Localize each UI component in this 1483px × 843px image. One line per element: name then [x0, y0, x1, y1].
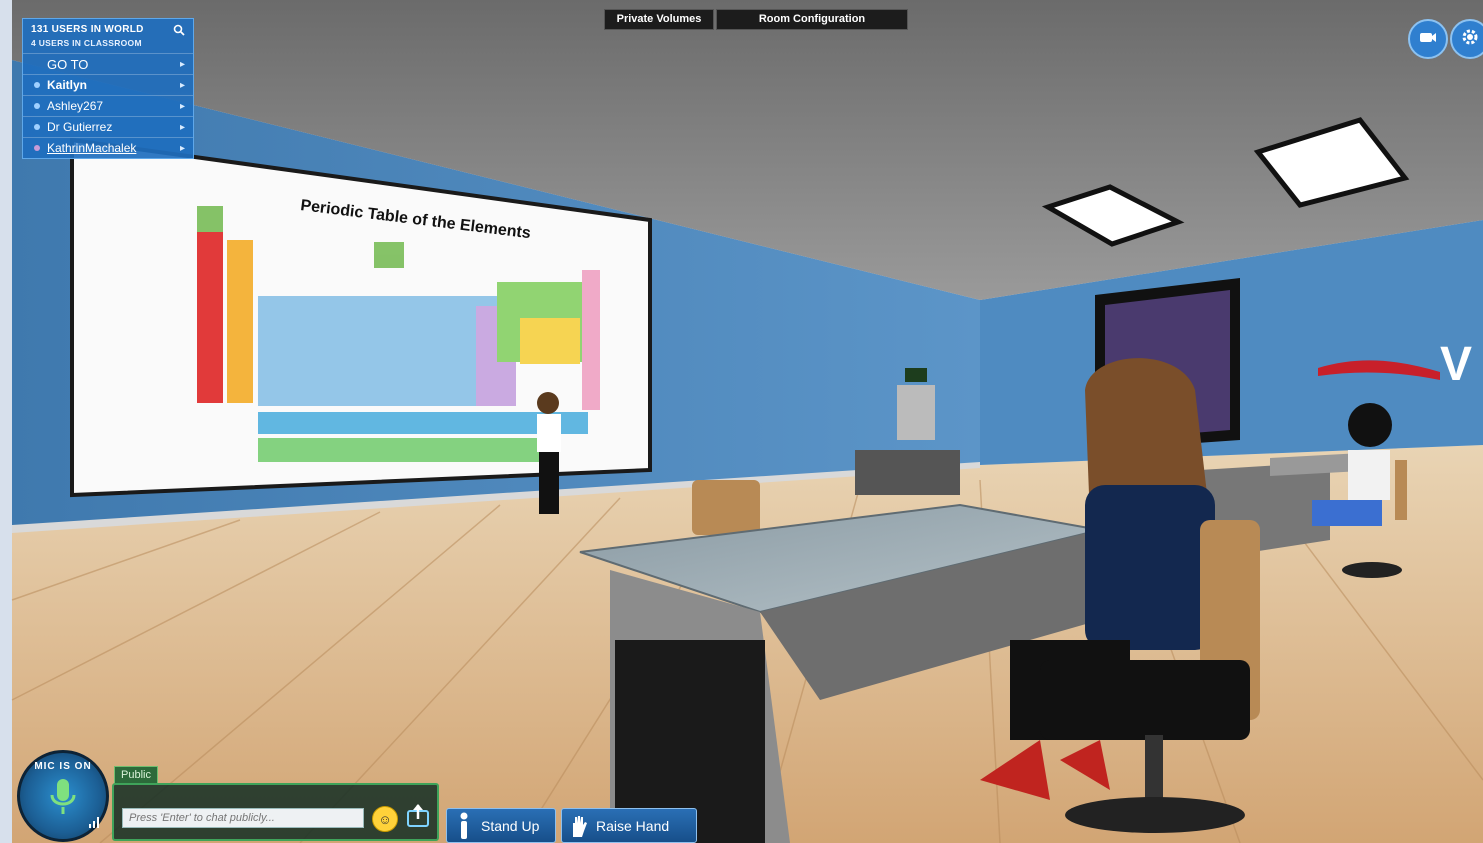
world-user-count: 131 USERS IN WORLD — [31, 23, 144, 35]
user-item-dr-gutierrez[interactable]: Dr Gutierrez ▸ — [23, 116, 193, 137]
chevron-right-icon: ▸ — [179, 142, 185, 154]
raised-hand-icon — [568, 812, 590, 840]
tab-private-volumes[interactable]: Private Volumes — [604, 9, 714, 30]
settings-button[interactable] — [1450, 19, 1483, 59]
raise-hand-button[interactable]: Raise Hand — [561, 808, 697, 843]
users-panel: 131 USERS IN WORLD 4 USERS IN CLASSROOM … — [22, 18, 194, 159]
raise-hand-label: Raise Hand — [596, 817, 670, 834]
svg-text:V: V — [1440, 338, 1472, 391]
mic-status-label: MIC IS ON — [34, 761, 92, 772]
classroom-user-count: 4 USERS IN CLASSROOM — [31, 38, 142, 48]
user-item-ashley267[interactable]: Ashley267 ▸ — [23, 95, 193, 116]
chevron-right-icon: ▸ — [179, 100, 185, 112]
chevron-right-icon: ▸ — [179, 79, 185, 91]
online-status-icon — [34, 103, 40, 109]
top-tabs: Private Volumes Room Configuration — [604, 9, 908, 30]
user-name: Dr Gutierrez — [47, 120, 113, 134]
user-name: Ashley267 — [47, 99, 104, 113]
camera-button[interactable] — [1408, 19, 1448, 59]
smiley-icon: ☺ — [378, 811, 392, 827]
chat-box: ☺ — [112, 783, 439, 841]
camera-icon — [1419, 30, 1437, 49]
goto-label: GO TO — [47, 56, 89, 72]
mic-toggle-button[interactable]: MIC IS ON — [17, 750, 109, 842]
upload-icon — [407, 803, 429, 832]
user-item-kaitlyn[interactable]: Kaitlyn ▸ — [23, 74, 193, 95]
user-name: KathrinMachalek — [47, 141, 137, 155]
chevron-right-icon: ▸ — [179, 58, 185, 70]
goto-menu[interactable]: GO TO ▸ — [23, 53, 193, 74]
virtual-classroom-scene: Periodic Table of the Elements V — [0, 0, 1483, 843]
user-item-kathrinmachalek[interactable]: KathrinMachalek ▸ — [23, 137, 193, 158]
search-icon[interactable] — [173, 23, 185, 36]
chat-panel: Public ☺ — [112, 766, 439, 841]
user-name: Kaitlyn — [47, 78, 88, 92]
microphone-icon — [48, 777, 78, 822]
chat-input[interactable] — [122, 808, 364, 828]
settings-icon — [1460, 27, 1480, 52]
chevron-right-icon: ▸ — [179, 121, 185, 133]
upload-button[interactable] — [406, 803, 430, 832]
tab-room-configuration[interactable]: Room Configuration — [716, 9, 908, 30]
emoji-button[interactable]: ☺ — [372, 806, 398, 832]
online-status-icon — [34, 145, 40, 151]
person-standing-icon — [453, 812, 475, 840]
online-status-icon — [34, 124, 40, 130]
chat-channel-tab[interactable]: Public — [114, 766, 158, 783]
users-panel-header: 131 USERS IN WORLD 4 USERS IN CLASSROOM — [23, 19, 193, 53]
stand-up-button[interactable]: Stand Up — [446, 808, 556, 843]
stand-up-label: Stand Up — [481, 817, 540, 834]
signal-strength-icon — [88, 815, 102, 834]
online-status-icon — [34, 82, 40, 88]
